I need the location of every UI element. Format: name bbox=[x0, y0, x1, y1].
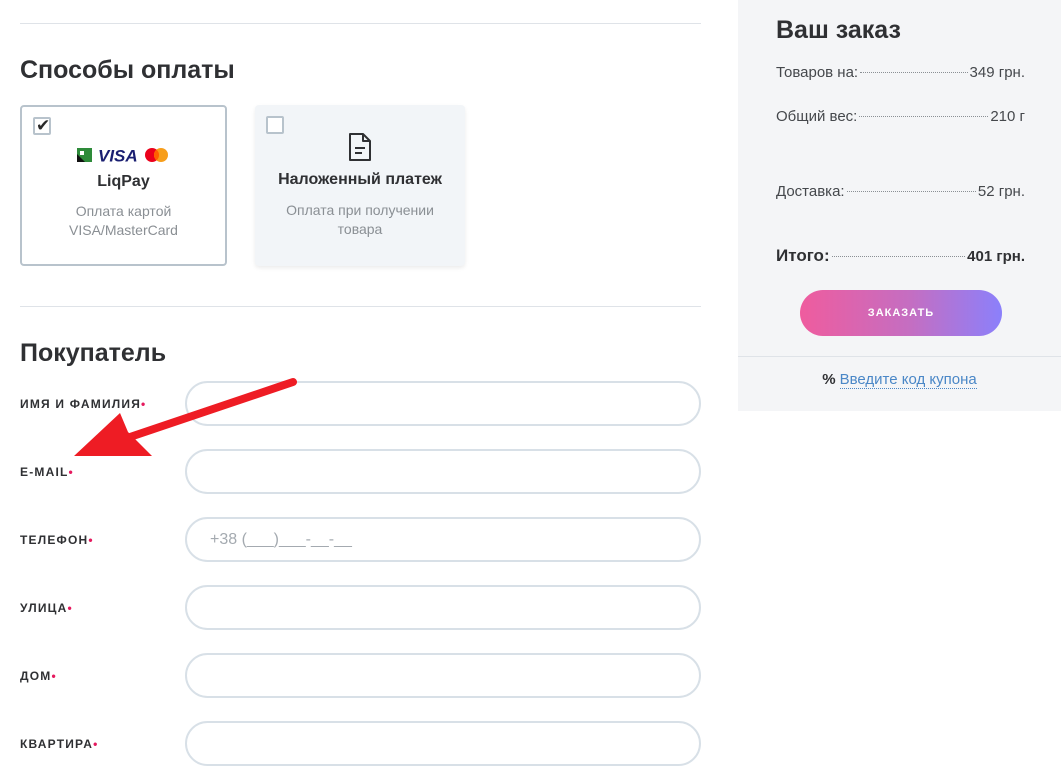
total-label: Итого: bbox=[776, 246, 830, 265]
summary-value: 52 грн. bbox=[977, 183, 1025, 200]
required-mark: • bbox=[88, 533, 94, 547]
email-label: E-mail• bbox=[20, 465, 74, 479]
apartment-label: Квартира• bbox=[20, 737, 99, 751]
required-mark: • bbox=[67, 601, 73, 615]
phone-input[interactable] bbox=[185, 517, 701, 562]
card-logos-icon: VISA bbox=[77, 147, 168, 166]
house-label: Дом• bbox=[20, 669, 57, 683]
required-mark: • bbox=[141, 397, 147, 411]
email-input[interactable] bbox=[185, 449, 701, 494]
percent-icon: % bbox=[822, 371, 836, 388]
summary-row-weight: Общий вес: 210 г bbox=[776, 108, 1025, 125]
cod-title: Наложенный платеж bbox=[278, 171, 442, 188]
street-input[interactable] bbox=[185, 585, 701, 630]
required-mark: • bbox=[93, 737, 99, 751]
payment-option-cod[interactable]: Наложенный платеж Оплата при получении т… bbox=[255, 105, 465, 266]
summary-row-delivery: Доставка: 52 грн. bbox=[776, 183, 1025, 200]
mastercard-icon bbox=[145, 148, 168, 162]
payment-section-title: Способы оплаты bbox=[20, 56, 235, 84]
cod-checkbox[interactable] bbox=[266, 116, 284, 134]
payment-option-liqpay[interactable]: ✔ VISA LiqPay Оплата картой VISA/MasterC… bbox=[20, 105, 227, 266]
summary-label: Общий вес: bbox=[776, 108, 858, 125]
visa-icon: VISA bbox=[98, 147, 138, 166]
liqpay-icon bbox=[77, 148, 92, 162]
cod-description: Оплата при получении товара bbox=[286, 202, 434, 237]
full-name-input[interactable] bbox=[185, 381, 701, 426]
summary-value: 349 грн. bbox=[969, 64, 1025, 81]
liqpay-checkbox[interactable]: ✔ bbox=[33, 116, 51, 135]
summary-label: Доставка: bbox=[776, 183, 845, 200]
summary-divider bbox=[738, 356, 1061, 357]
dotted-leader bbox=[831, 256, 966, 257]
document-icon bbox=[349, 133, 371, 161]
phone-label: Телефон• bbox=[20, 533, 94, 547]
order-summary-panel: Ваш заказ Товаров на: 349 грн. Общий вес… bbox=[738, 0, 1061, 411]
liqpay-description: Оплата картой VISA/MasterCard bbox=[69, 203, 178, 238]
check-icon: ✔ bbox=[36, 116, 51, 135]
buyer-section-title: Покупатель bbox=[20, 339, 167, 367]
payment-logos: VISA bbox=[22, 145, 225, 166]
middle-divider bbox=[20, 306, 701, 307]
apartment-input[interactable] bbox=[185, 721, 701, 766]
summary-row-total: Итого: 401 грн. bbox=[776, 246, 1025, 266]
order-button[interactable]: ЗАКАЗАТЬ bbox=[800, 290, 1002, 336]
dotted-leader bbox=[860, 72, 968, 73]
summary-row-goods: Товаров на: 349 грн. bbox=[776, 64, 1025, 81]
summary-label: Товаров на: bbox=[776, 64, 859, 81]
coupon-link[interactable]: Введите код купона bbox=[839, 371, 977, 389]
total-value: 401 грн. bbox=[967, 248, 1025, 265]
coupon-row: % Введите код купона bbox=[738, 371, 1061, 389]
full-name-label: Имя и фамилия• bbox=[20, 397, 147, 411]
street-label: Улица• bbox=[20, 601, 73, 615]
order-summary-title: Ваш заказ bbox=[776, 16, 901, 44]
dotted-leader bbox=[846, 191, 976, 192]
required-mark: • bbox=[51, 669, 57, 683]
summary-value: 210 г bbox=[990, 108, 1025, 125]
liqpay-title: LiqPay bbox=[97, 173, 150, 190]
required-mark: • bbox=[68, 465, 74, 479]
dotted-leader bbox=[859, 116, 989, 117]
house-input[interactable] bbox=[185, 653, 701, 698]
top-divider bbox=[20, 23, 701, 24]
